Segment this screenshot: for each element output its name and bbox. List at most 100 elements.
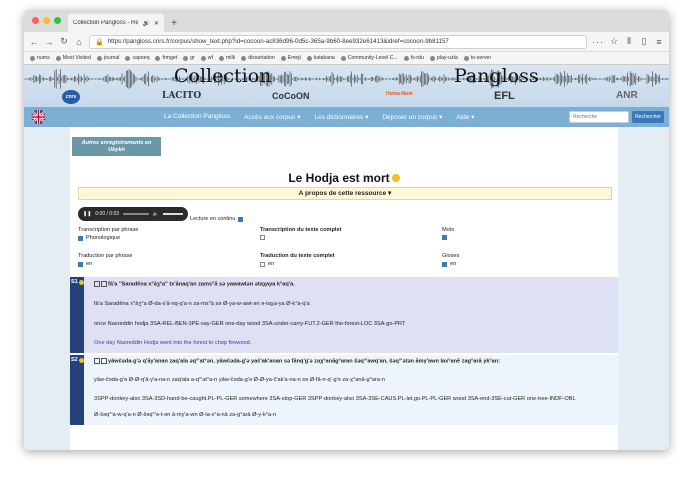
word-line: fā'a Saradēna x°āʒ°a Ø-da-x'ā-nq-q'a-n z… [94, 301, 310, 307]
bookmark-item[interactable]: gr [183, 55, 195, 61]
document-title: Le Hodja est mort [70, 171, 618, 185]
home-icon[interactable]: ⌂ [74, 37, 84, 47]
url-bar[interactable]: 🔒 https://pangloss.cnrs.fr/corpus/show_t… [89, 34, 587, 49]
opt-gloses: Gloses en [442, 253, 459, 267]
en-label: en [450, 261, 457, 267]
pause-icon[interactable]: ❚❚ [83, 211, 91, 217]
bookmark-item[interactable]: fs-rdu [403, 55, 424, 61]
uk-flag-icon[interactable] [30, 109, 47, 125]
bookmark-item[interactable]: milk [218, 55, 235, 61]
bookmark-item[interactable]: Community-Level C... [340, 55, 398, 61]
en-label: en [268, 261, 275, 267]
main-menu: La Collection Pangloss Accès aux corpus … [24, 107, 669, 127]
bookmark-item[interactable]: dissertation [241, 55, 275, 61]
menu-item-dictionaries[interactable]: Les dictionnaires ▾ [315, 113, 369, 121]
bookmark-label: frmget [162, 55, 178, 61]
maximize-window-button[interactable] [54, 17, 61, 24]
tab-pangloss[interactable]: Collection Pangloss - Ressource 🔊 ✕ [68, 14, 164, 32]
bookmark-item[interactable]: Emoji [280, 55, 301, 61]
other-recordings-button[interactable]: Autres enregistrements en Ubykh [72, 137, 161, 156]
lacito-logo[interactable]: LACITO [162, 91, 201, 101]
bookmark-label: nums [37, 55, 50, 61]
bookmark-item[interactable]: katakana [306, 55, 335, 61]
traduction-texte-checkbox[interactable] [260, 261, 265, 267]
bookmark-label: katakana [313, 55, 335, 61]
efl-logo[interactable]: EFL [494, 90, 515, 102]
menu-item-deposit[interactable]: Déposer un corpus ▾ [382, 113, 442, 121]
menu-item-help[interactable]: Aide ▾ [456, 113, 474, 121]
bookmark-favicon-icon [218, 55, 224, 61]
bookmark-favicon-icon [55, 55, 61, 61]
bookmark-item[interactable]: journal [96, 55, 119, 61]
menu-item-collection[interactable]: La Collection Pangloss [164, 113, 230, 121]
volume-icon[interactable]: 🔈 [153, 211, 159, 217]
en-label: en [86, 261, 93, 267]
cocoon-logo[interactable]: CoCoON [272, 91, 310, 101]
library-icon[interactable]: ⫴ [624, 36, 634, 47]
sentence-id: S2 [71, 357, 78, 363]
volume-slider[interactable] [163, 213, 183, 215]
minimize-window-button[interactable] [43, 17, 50, 24]
bookmark-label: gr [190, 55, 195, 61]
back-arrow-icon[interactable]: ← [29, 37, 39, 47]
search-input[interactable] [569, 111, 629, 123]
opt-title: Traduction du texte complet [260, 253, 335, 259]
menu-item-corpus[interactable]: Accès aux corpus ▾ [244, 113, 300, 121]
bookmark-label: wf [207, 55, 213, 61]
speaker-icon[interactable] [391, 174, 400, 182]
seek-bar[interactable] [123, 213, 149, 215]
humanum-logo[interactable]: Huma-Num [386, 91, 413, 97]
opt-title: Transcription par phrase [78, 227, 139, 233]
gloses-checkbox[interactable] [442, 261, 447, 267]
transcription-texte-checkbox[interactable] [260, 235, 265, 240]
bookmark-item[interactable]: capoeq [125, 55, 149, 61]
sentence-text: yǎwčəda-g'ə q'āy'anan zaq'ala əq°'at°ən,… [108, 358, 501, 365]
play-word-icon[interactable] [101, 281, 107, 287]
speaker-icon[interactable] [78, 357, 84, 363]
play-sentence-icon[interactable] [94, 281, 100, 287]
menu-icon[interactable]: ≡ [654, 37, 664, 47]
word-line: yǎw-čəda-g'ə Ø-Ø-q'ā-y'a-na-n zaq'ala a-… [94, 377, 385, 383]
forward-arrow-icon[interactable]: → [44, 37, 54, 47]
bookmark-label: capoeq [132, 55, 150, 61]
traduction-en-checkbox[interactable] [78, 261, 83, 267]
browser-window: Collection Pangloss - Ressource 🔊 ✕ + ← … [24, 10, 669, 450]
reload-icon[interactable]: ↻ [59, 36, 69, 47]
mots-checkbox[interactable] [442, 235, 447, 240]
new-tab-button[interactable]: + [167, 14, 181, 32]
page-actions-icon[interactable]: ··· [592, 37, 604, 47]
about-resource-toggle[interactable]: A propos de cette ressource ▾ [78, 187, 612, 200]
bookmark-item[interactable]: wf [200, 55, 213, 61]
speaker-icon[interactable]: 🔊 [142, 20, 149, 27]
tab-close-icon[interactable]: ✕ [154, 20, 159, 27]
search-button[interactable]: Rechercher [632, 111, 664, 123]
opt-title: Transcription du texte complet [260, 227, 342, 233]
opt-transcription-texte: Transcription du texte complet [260, 227, 341, 240]
page: Collection Pangloss cnrs LACITO CoCoON H… [24, 65, 669, 450]
bookmark-item[interactable]: nums [30, 55, 50, 61]
close-window-button[interactable] [32, 17, 39, 24]
bookmark-favicon-icon [280, 55, 286, 61]
bookmark-favicon-icon [429, 55, 435, 61]
bookmark-label: Most Visited [62, 55, 91, 61]
window-controls [32, 17, 61, 24]
bookmark-label: to-server [470, 55, 492, 61]
bookmark-star-icon[interactable]: ☆ [609, 36, 619, 47]
play-sentence-icon[interactable] [94, 358, 100, 364]
bookmark-item[interactable]: to-server [463, 55, 492, 61]
cnrs-logo[interactable]: cnrs [62, 90, 80, 104]
bookmark-item[interactable]: Most Visited [55, 55, 91, 61]
anr-logo[interactable]: ANR [616, 90, 638, 101]
bookmark-label: dissertation [248, 55, 275, 61]
opt-title: Gloses [442, 253, 460, 259]
continuous-checkbox[interactable] [238, 216, 244, 222]
display-options: Transcription par phrase Phonologique Tr… [78, 227, 612, 273]
bookmark-item[interactable]: frmget [155, 55, 177, 61]
speaker-icon[interactable] [78, 279, 84, 285]
sidebar-icon[interactable]: ▯ [639, 36, 649, 47]
opt-title: Mots [442, 227, 455, 233]
sentence-transcription: yǎwčəda-g'ə q'āy'anan zaq'ala əq°'at°ən,… [94, 358, 500, 364]
play-word-icon[interactable] [101, 358, 107, 364]
phonologique-checkbox[interactable] [78, 235, 83, 241]
bookmark-item[interactable]: play-uzla [429, 55, 458, 61]
